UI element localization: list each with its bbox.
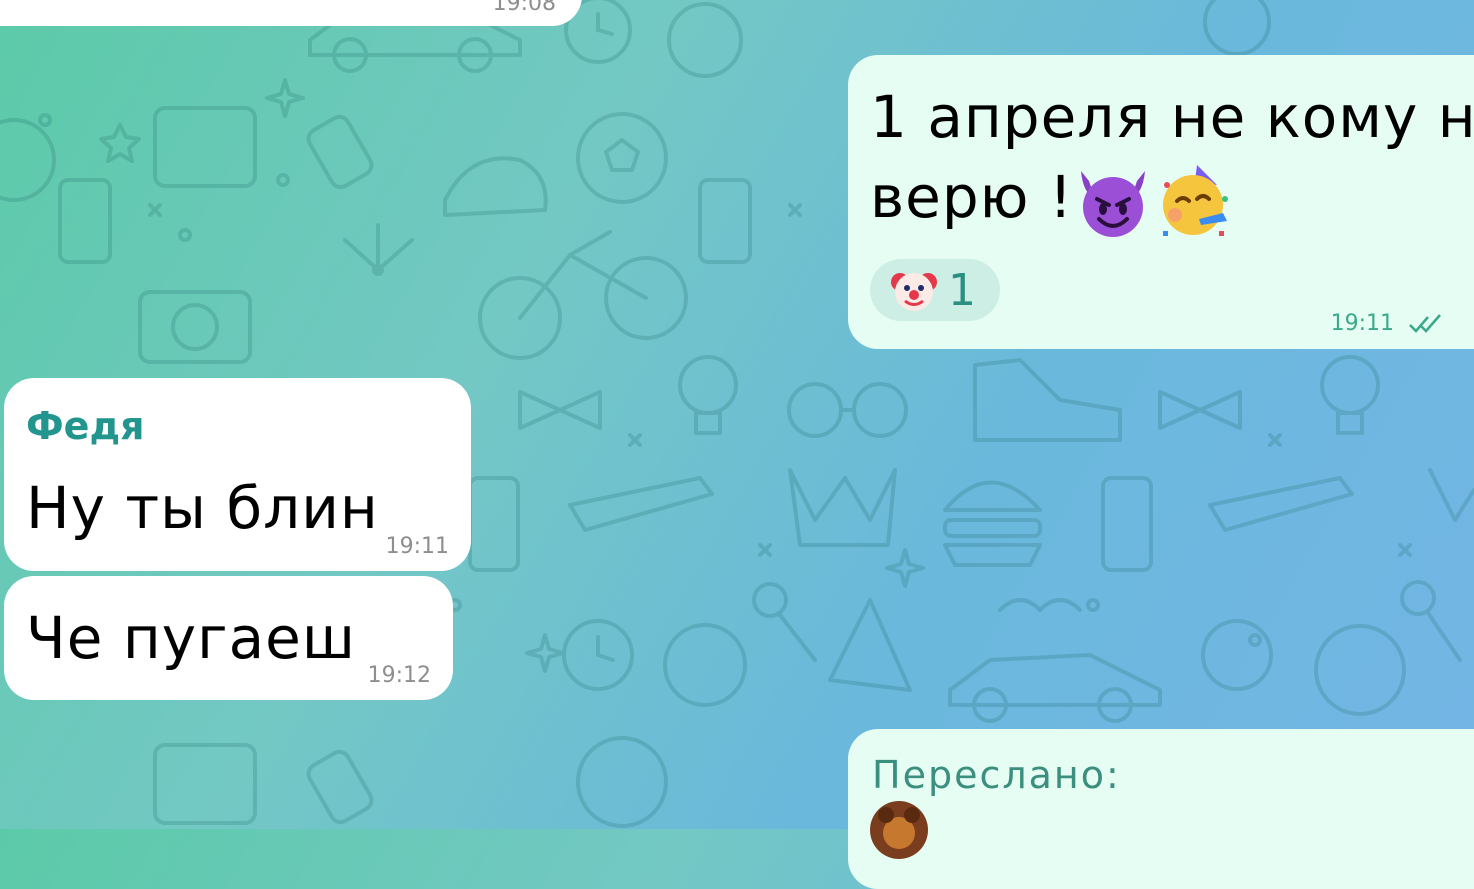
incoming-message-bubble[interactable]: Федя Ну ты блин 19:11: [4, 378, 471, 571]
message-time: 19:11: [385, 534, 449, 559]
message-text-line-2-wrap: верю !: [870, 157, 1474, 243]
outgoing-message-bubble[interactable]: 1 апреля не кому не верю ! 1 19:11: [848, 55, 1474, 349]
reaction-count: 1: [948, 264, 976, 316]
sender-name[interactable]: Федя: [26, 404, 145, 448]
message-time: 19:12: [367, 663, 431, 688]
message-time: 19:08: [492, 0, 556, 16]
message-bubble-partial[interactable]: 19:08: [0, 0, 582, 26]
message-text: Че пугаеш: [26, 604, 356, 672]
forwarded-message-bubble[interactable]: Переслано:: [848, 729, 1474, 889]
message-text-line-1: 1 апреля не кому не: [870, 83, 1474, 151]
forwarded-label: Переслано:: [872, 753, 1121, 797]
reaction-chip[interactable]: 1: [870, 259, 1000, 321]
party-face-icon: [1163, 164, 1229, 236]
smiling-devil-icon: [1081, 170, 1146, 237]
message-text-line-2: верю !: [870, 163, 1074, 231]
message-time: 19:11: [1330, 311, 1394, 336]
double-check-icon: [1409, 314, 1441, 333]
clown-face-icon: [891, 273, 937, 311]
avatar-icon[interactable]: [870, 801, 928, 859]
incoming-message-bubble[interactable]: Че пугаеш 19:12: [4, 576, 453, 700]
message-text: 1 апреля не кому не верю !: [870, 77, 1474, 243]
message-text: Ну ты блин: [26, 474, 379, 542]
